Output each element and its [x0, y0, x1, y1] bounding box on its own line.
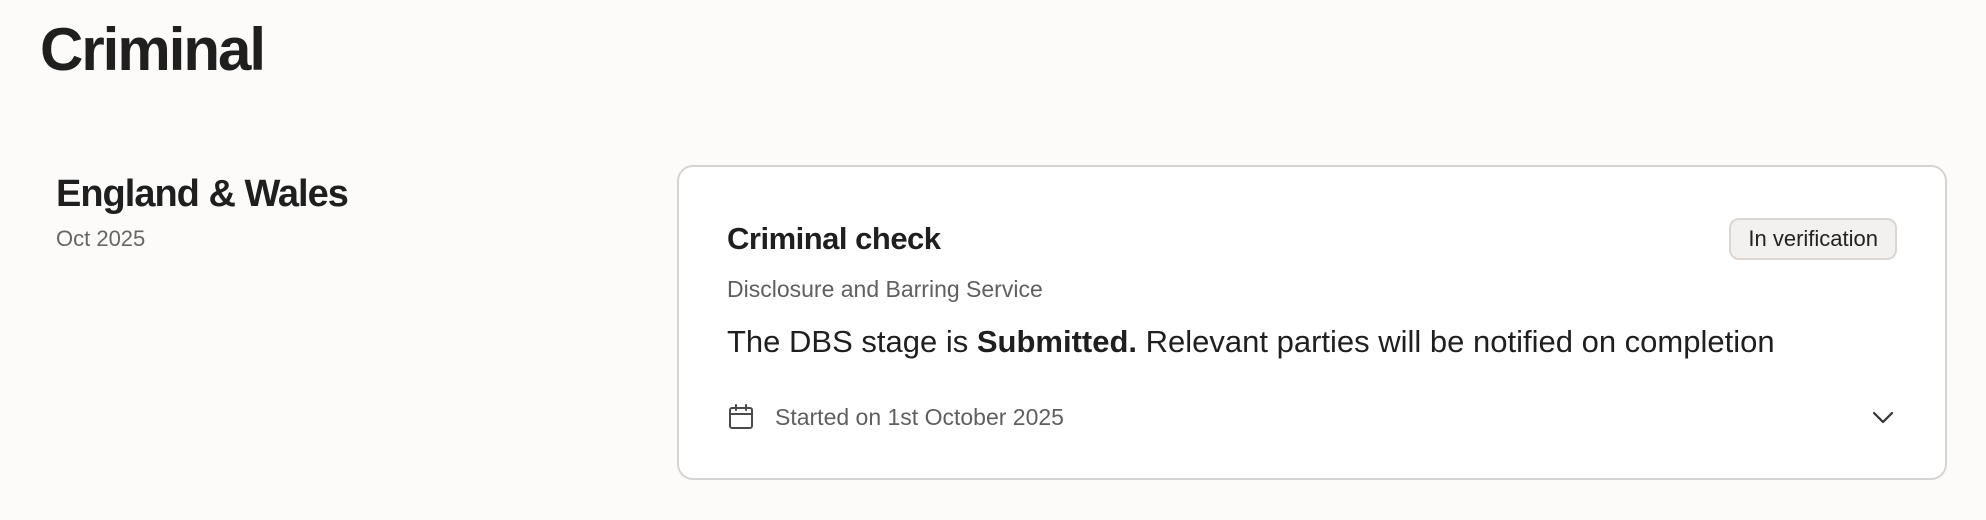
region-date: Oct 2025	[56, 226, 146, 251]
message-stage: Submitted.	[976, 324, 1138, 359]
page-title: Criminal	[40, 16, 266, 83]
criminal-check-card[interactable]: Criminal check In verification Disclosur…	[677, 165, 1947, 480]
status-badge: In verification	[1729, 218, 1897, 260]
card-message: The DBS stage is Submitted. Relevant par…	[727, 321, 1775, 363]
page: Criminal England & Wales Oct 2025 Crimin…	[0, 0, 1986, 520]
region-info: England & Wales Oct 2025	[56, 170, 349, 254]
chevron-down-icon[interactable]	[1869, 403, 1897, 431]
card-provider: Disclosure and Barring Service	[727, 276, 1043, 302]
message-suffix: Relevant parties will be notified on com…	[1137, 324, 1775, 359]
started-date: Started on 1st October 2025	[775, 404, 1064, 430]
calendar-icon	[727, 403, 755, 431]
message-prefix: The DBS stage is	[727, 324, 977, 359]
card-title: Criminal check	[727, 221, 941, 256]
card-footer: Started on 1st October 2025	[727, 397, 1897, 437]
region-name: England & Wales	[56, 173, 349, 215]
